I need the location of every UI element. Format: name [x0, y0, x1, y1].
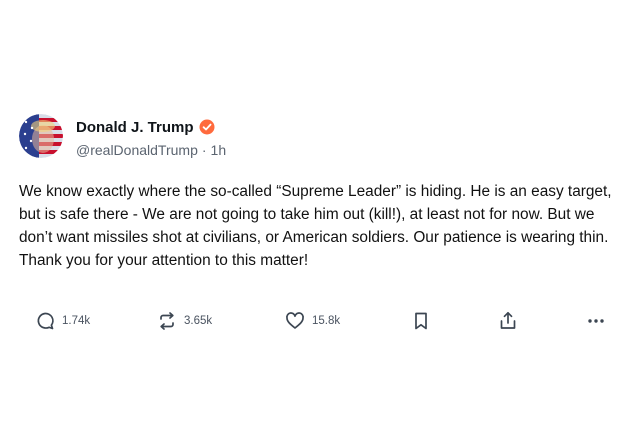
bookmark-icon: [410, 310, 432, 332]
heart-icon: [284, 310, 306, 332]
repost-button[interactable]: 3.65k: [156, 308, 212, 334]
reply-icon: [34, 310, 56, 332]
action-bar: 1.74k 3.65k 15.8k: [0, 308, 640, 334]
author-display-name[interactable]: Donald J. Trump: [76, 119, 194, 136]
like-count: 15.8k: [312, 315, 341, 327]
share-icon: [497, 310, 519, 332]
post-card: Donald J. Trump @realDonaldTrump · 1h We…: [0, 96, 640, 348]
author-name-row: Donald J. Trump: [76, 117, 215, 137]
meta-separator: ·: [201, 142, 207, 158]
post-time[interactable]: 1h: [211, 142, 227, 158]
more-options-button[interactable]: [585, 308, 607, 334]
more-icon: [585, 310, 607, 332]
avatar[interactable]: [19, 114, 63, 158]
repost-count: 3.65k: [184, 315, 213, 327]
reply-button[interactable]: 1.74k: [34, 308, 90, 334]
share-button[interactable]: [497, 308, 519, 334]
repost-icon: [156, 310, 178, 332]
author-meta-row: @realDonaldTrump · 1h: [76, 142, 226, 158]
verified-badge-icon: [199, 119, 215, 135]
like-button[interactable]: 15.8k: [284, 308, 340, 334]
author-handle[interactable]: @realDonaldTrump: [76, 142, 198, 158]
bookmark-button[interactable]: [410, 308, 432, 334]
reply-count: 1.74k: [62, 315, 91, 327]
post-text: We know exactly where the so-called “Sup…: [19, 183, 612, 269]
